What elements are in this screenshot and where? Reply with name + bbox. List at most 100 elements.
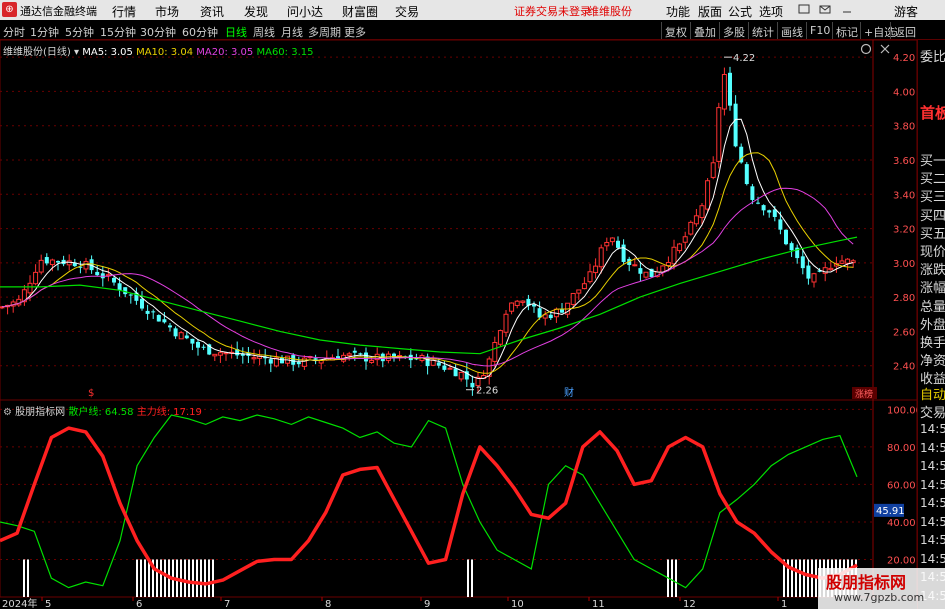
- period-1min[interactable]: 1分钟: [30, 24, 59, 40]
- candle-body: [49, 259, 55, 266]
- candle-body: [643, 271, 649, 278]
- minimize-icon[interactable]: [840, 2, 854, 16]
- dropdown-icon[interactable]: ▾: [74, 47, 79, 58]
- candle-body: [800, 256, 805, 269]
- menu-wealth[interactable]: 财富圈: [342, 3, 378, 20]
- side-row-label: 买五: [920, 226, 945, 242]
- x-year-label: 2024年: [2, 597, 37, 609]
- menu-trade[interactable]: 交易: [395, 3, 419, 20]
- candle-body: [570, 292, 576, 305]
- candle-body: [100, 273, 105, 279]
- candle-body: [453, 368, 458, 377]
- ma5-label: MA5: 3.05: [82, 47, 133, 58]
- candle-body: [632, 264, 638, 267]
- candle-body: [716, 107, 722, 162]
- menu-formula[interactable]: 公式: [728, 3, 752, 20]
- candle-body: [593, 265, 599, 274]
- chart-close-icon[interactable]: [880, 44, 890, 54]
- indicator-settings-icon[interactable]: ⚙: [3, 407, 12, 418]
- candle-body: [806, 265, 811, 279]
- ma10-label: MA10: 3.04: [136, 47, 194, 58]
- title-bar: ⊕ 通达信金融终端 行情 市场 资讯 发现 问小达 财富圈 交易 证券交易未登录…: [0, 0, 945, 20]
- period-multi[interactable]: 多周期: [308, 24, 341, 40]
- candle-body: [296, 361, 301, 365]
- period-60min[interactable]: 60分钟: [182, 24, 218, 40]
- candle-body: [38, 259, 44, 273]
- period-minute[interactable]: 分时: [3, 24, 25, 40]
- candle-body: [442, 365, 447, 370]
- indicator-grid: [0, 408, 873, 560]
- multi-stock-button[interactable]: 多股: [719, 22, 748, 39]
- candle-body: [604, 242, 610, 247]
- indicator-lines: [0, 414, 858, 589]
- side-row-label: 买三: [920, 190, 945, 206]
- skin-icon[interactable]: [797, 2, 811, 16]
- mail-icon[interactable]: [818, 2, 832, 16]
- candle-body: [352, 350, 357, 353]
- menu-function[interactable]: 功能: [666, 3, 690, 20]
- user-label[interactable]: 游客: [894, 3, 918, 20]
- menu-news[interactable]: 资讯: [200, 3, 224, 20]
- main-line-label: 主力线: 17.19: [136, 407, 202, 418]
- event-mark-finance: 财: [564, 386, 574, 399]
- menu-market[interactable]: 市场: [155, 3, 179, 20]
- side-time-label: 14:56: [920, 459, 945, 473]
- period-weekly[interactable]: 周线: [253, 24, 275, 40]
- main-legend: 维维股份(日线) ▾ MA5: 3.05 MA10: 3.04 MA20: 3.…: [3, 43, 313, 58]
- candle-body: [280, 357, 284, 364]
- candle-body: [638, 268, 643, 274]
- stats-button[interactable]: 统计: [748, 22, 777, 39]
- indicator-name[interactable]: 股朋指标网: [15, 407, 65, 418]
- main-chart-markers: 4.22 2.26 $ 财 涨榜: [88, 53, 877, 400]
- mark-button[interactable]: 标记: [832, 22, 861, 39]
- side-time-label: 14:56: [920, 533, 945, 547]
- menu-quotes[interactable]: 行情: [112, 3, 136, 20]
- period-more[interactable]: 更多: [344, 24, 366, 40]
- chart-settings-icon[interactable]: [860, 43, 872, 55]
- candle-body: [845, 258, 851, 264]
- watermark: 股朋指标网 www.7gpzb.com: [818, 568, 945, 609]
- candle-body: [509, 302, 515, 312]
- side-row-label: 买二: [920, 172, 945, 188]
- chart-area[interactable]: 2.40 2.60 2.80 3.00 3.20 3.40 3.60 3.80 4.00 4.20…: [0, 40, 917, 609]
- draw-button[interactable]: 画线: [777, 22, 806, 39]
- side-top: 委比: [920, 50, 945, 65]
- side-trade[interactable]: 交易: [920, 402, 945, 421]
- menu-layout[interactable]: 版面: [698, 3, 722, 20]
- menu-discover[interactable]: 发现: [244, 3, 268, 20]
- candle-body: [710, 162, 716, 178]
- candle-body: [721, 73, 727, 110]
- watermark-url: www.7gpzb.com: [834, 591, 925, 604]
- login-notice[interactable]: 证券交易未登录: [514, 3, 591, 19]
- candle-body: [117, 283, 122, 291]
- side-row-label: 总量: [920, 299, 945, 315]
- x-month-label: 9: [424, 599, 430, 609]
- side-time-label: 14:56: [920, 496, 945, 510]
- menu-ask[interactable]: 问小达: [287, 3, 323, 20]
- indicator-tick-label: 60.00: [887, 480, 916, 491]
- f10-button[interactable]: F10: [806, 22, 833, 39]
- period-15min[interactable]: 15分钟: [100, 24, 136, 40]
- side-row-label: 买四: [920, 208, 945, 224]
- period-toolbar: 分时 1分钟 5分钟 15分钟 30分钟 60分钟 日线 周线 月线 多周期 更…: [0, 20, 945, 40]
- side-auto[interactable]: 自动: [920, 384, 945, 403]
- period-30min[interactable]: 30分钟: [140, 24, 176, 40]
- side-row-label: 涨跌: [920, 263, 945, 279]
- candle-body: [56, 261, 60, 263]
- back-button[interactable]: 返回: [890, 22, 919, 39]
- indicator-tick-label: 100.00: [887, 405, 917, 416]
- menu-options[interactable]: 选项: [759, 3, 783, 20]
- watermark-title: 股朋指标网: [826, 573, 907, 592]
- period-5min[interactable]: 5分钟: [65, 24, 94, 40]
- candle-body: [190, 338, 195, 344]
- candle-body: [576, 289, 582, 294]
- period-monthly[interactable]: 月线: [281, 24, 303, 40]
- side-header[interactable]: 首板: [920, 102, 945, 123]
- chart-title[interactable]: 维维股份(日线): [3, 47, 71, 58]
- overlay-button[interactable]: 叠加: [690, 22, 719, 39]
- event-mark-s: $: [88, 388, 94, 399]
- adjust-button[interactable]: 复权: [661, 22, 690, 39]
- period-daily[interactable]: 日线: [225, 24, 247, 40]
- side-time-label: 14:56: [920, 514, 945, 529]
- candle-body: [346, 353, 352, 356]
